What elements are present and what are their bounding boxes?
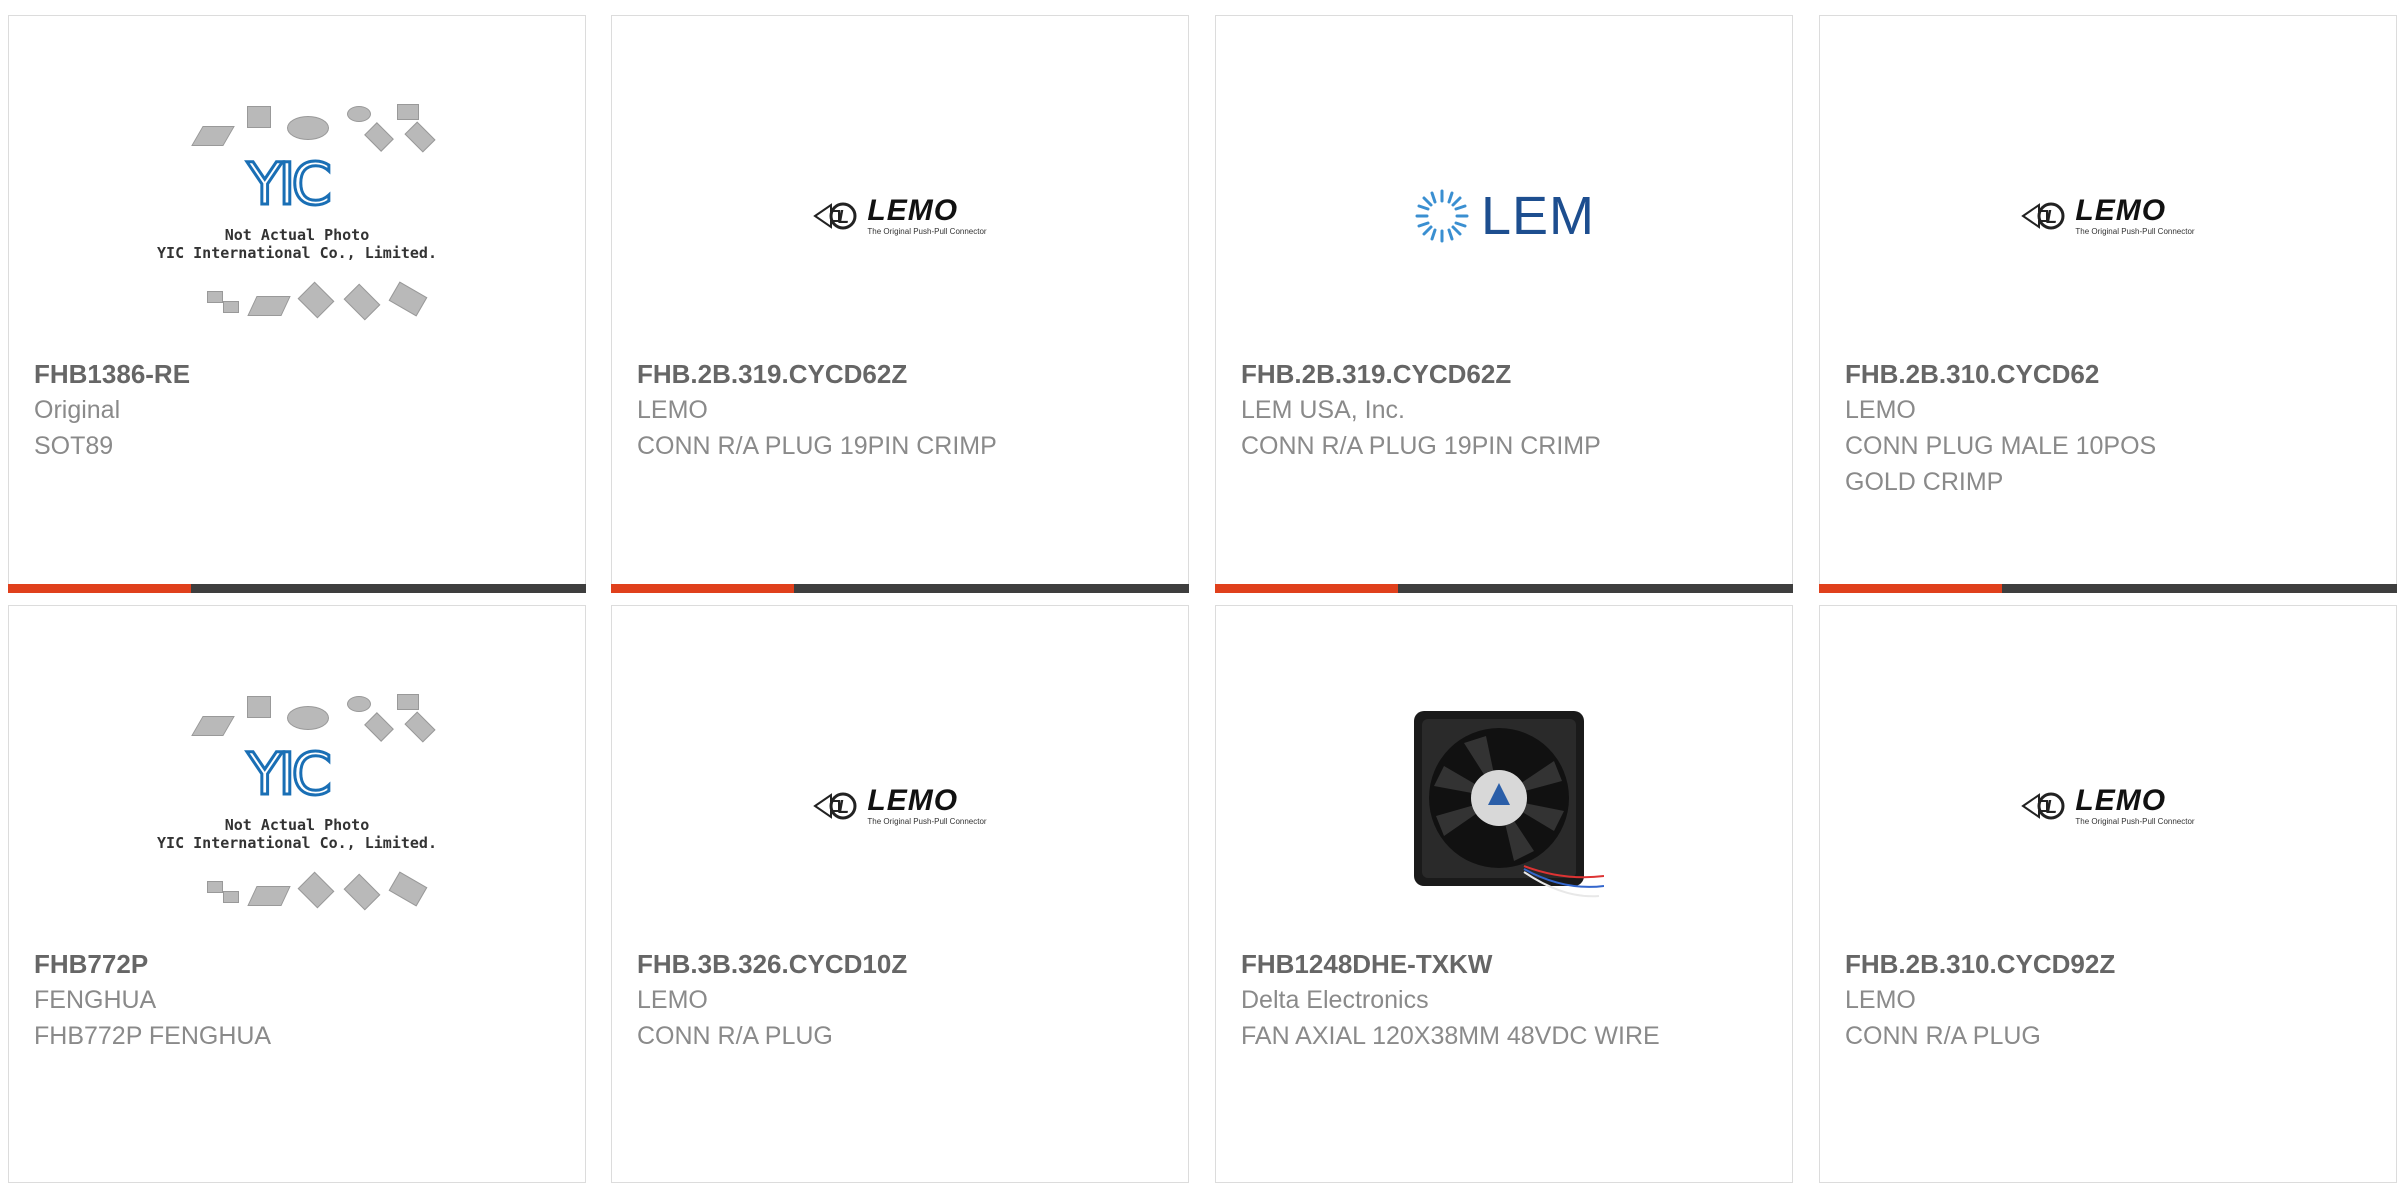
manufacturer: LEMO <box>637 396 708 424</box>
lem-logo: LEM <box>1413 185 1595 247</box>
lemo-arrow-icon: L <box>2021 202 2065 230</box>
svg-text:L: L <box>838 207 849 227</box>
product-card[interactable]: YIC Not Actual Photo YIC International Co… <box>8 15 586 593</box>
card-bottom-bar <box>8 584 586 593</box>
lemo-arrow-icon: L <box>813 202 857 230</box>
description: CONN R/A PLUG 19PIN CRIMP <box>1241 432 1601 460</box>
product-info: FHB772P FENGHUA FHB772P FENGHUA <box>34 946 560 1054</box>
product-info: FHB.2B.310.CYCD92Z LEMO CONN R/A PLUG <box>1845 946 2371 1054</box>
description: CONN PLUG MALE 10POS GOLD CRIMP <box>1845 432 2157 496</box>
lemo-logo: L LEMO The Original Push-Pull Connector <box>2021 195 2195 236</box>
product-image: L LEMO The Original Push-Pull Connector <box>612 71 1188 361</box>
product-image: LEM <box>1216 71 1792 361</box>
card-bottom-bar <box>611 584 1189 593</box>
manufacturer: Original <box>34 396 121 424</box>
manufacturer: LEMO <box>637 986 708 1014</box>
part-number-link[interactable]: FHB.2B.319.CYCD62Z <box>1241 356 1767 392</box>
product-info: FHB.2B.310.CYCD62 LEMO CONN PLUG MALE 10… <box>1845 356 2371 500</box>
product-image: L LEMO The Original Push-Pull Connector <box>1820 71 2396 361</box>
description: SOT89 <box>34 432 114 460</box>
card-bottom-bar <box>1215 584 1793 593</box>
description: CONN R/A PLUG <box>637 1022 833 1050</box>
product-card[interactable]: LEM FHB.2B.319.CYCD62Z LEM USA, Inc. CON… <box>1215 15 1793 593</box>
product-info: FHB.3B.326.CYCD10Z LEMO CONN R/A PLUG <box>637 946 1163 1054</box>
yic-placeholder-image: YIC Not Actual Photo YIC International Co… <box>157 96 437 336</box>
product-card[interactable]: L LEMO The Original Push-Pull Connector … <box>611 605 1189 1183</box>
yic-placeholder-image: YIC Not Actual Photo YIC International Co… <box>157 686 437 926</box>
part-number-link[interactable]: FHB.3B.326.CYCD10Z <box>637 946 1163 982</box>
product-info: FHB.2B.319.CYCD62Z LEM USA, Inc. CONN R/… <box>1241 356 1767 464</box>
svg-text:L: L <box>2046 797 2057 817</box>
description: FHB772P FENGHUA <box>34 1022 272 1050</box>
card-bottom-bar <box>1819 584 2397 593</box>
manufacturer: LEM USA, Inc. <box>1241 396 1405 424</box>
product-image: L LEMO The Original Push-Pull Connector <box>612 661 1188 951</box>
manufacturer: LEMO <box>1845 396 1916 424</box>
svg-text:L: L <box>838 797 849 817</box>
part-number-link[interactable]: FHB1386-RE <box>34 356 560 392</box>
part-number-link[interactable]: FHB1248DHE-TXKW <box>1241 946 1767 982</box>
description: FAN AXIAL 120X38MM 48VDC WIRE <box>1241 1022 1660 1050</box>
product-info: FHB1248DHE-TXKW Delta Electronics FAN AX… <box>1241 946 1767 1054</box>
part-number-link[interactable]: FHB.2B.319.CYCD62Z <box>637 356 1163 392</box>
manufacturer: LEMO <box>1845 986 1916 1014</box>
placeholder-note: Not Actual Photo YIC International Co., L… <box>157 226 437 262</box>
description: CONN R/A PLUG 19PIN CRIMP <box>637 432 997 460</box>
product-card[interactable]: L LEMO The Original Push-Pull Connector … <box>1819 605 2397 1183</box>
product-card[interactable]: L LEMO The Original Push-Pull Connector … <box>611 15 1189 593</box>
product-info: FHB.2B.319.CYCD62Z LEMO CONN R/A PLUG 19… <box>637 356 1163 464</box>
product-image: YIC Not Actual Photo YIC International Co… <box>9 661 585 951</box>
description: CONN R/A PLUG <box>1845 1022 2041 1050</box>
lemo-logo: L LEMO The Original Push-Pull Connector <box>2021 785 2195 826</box>
lemo-arrow-icon: L <box>2021 792 2065 820</box>
part-number-link[interactable]: FHB.2B.310.CYCD62 <box>1845 356 2371 392</box>
lemo-logo: L LEMO The Original Push-Pull Connector <box>813 195 987 236</box>
lemo-logo: L LEMO The Original Push-Pull Connector <box>813 785 987 826</box>
part-number-link[interactable]: FHB.2B.310.CYCD92Z <box>1845 946 2371 982</box>
fan-photo <box>1414 711 1604 898</box>
product-image: L LEMO The Original Push-Pull Connector <box>1820 661 2396 951</box>
svg-text:L: L <box>2046 207 2057 227</box>
lem-sunburst-icon <box>1415 189 1469 243</box>
product-card[interactable]: L LEMO The Original Push-Pull Connector … <box>1819 15 2397 593</box>
manufacturer: Delta Electronics <box>1241 986 1429 1014</box>
product-grid: YIC Not Actual Photo YIC International Co… <box>0 0 2400 1183</box>
lemo-arrow-icon: L <box>813 792 857 820</box>
product-card[interactable]: YIC Not Actual Photo YIC International Co… <box>8 605 586 1183</box>
product-info: FHB1386-RE Original SOT89 <box>34 356 560 464</box>
product-image <box>1216 661 1792 951</box>
manufacturer: FENGHUA <box>34 986 157 1014</box>
placeholder-note: Not Actual Photo YIC International Co., L… <box>157 816 437 852</box>
product-card[interactable]: FHB1248DHE-TXKW Delta Electronics FAN AX… <box>1215 605 1793 1183</box>
product-image: YIC Not Actual Photo YIC International Co… <box>9 71 585 361</box>
yic-logo: YIC <box>245 150 333 218</box>
part-number-link[interactable]: FHB772P <box>34 946 560 982</box>
yic-logo: YIC <box>245 740 333 808</box>
